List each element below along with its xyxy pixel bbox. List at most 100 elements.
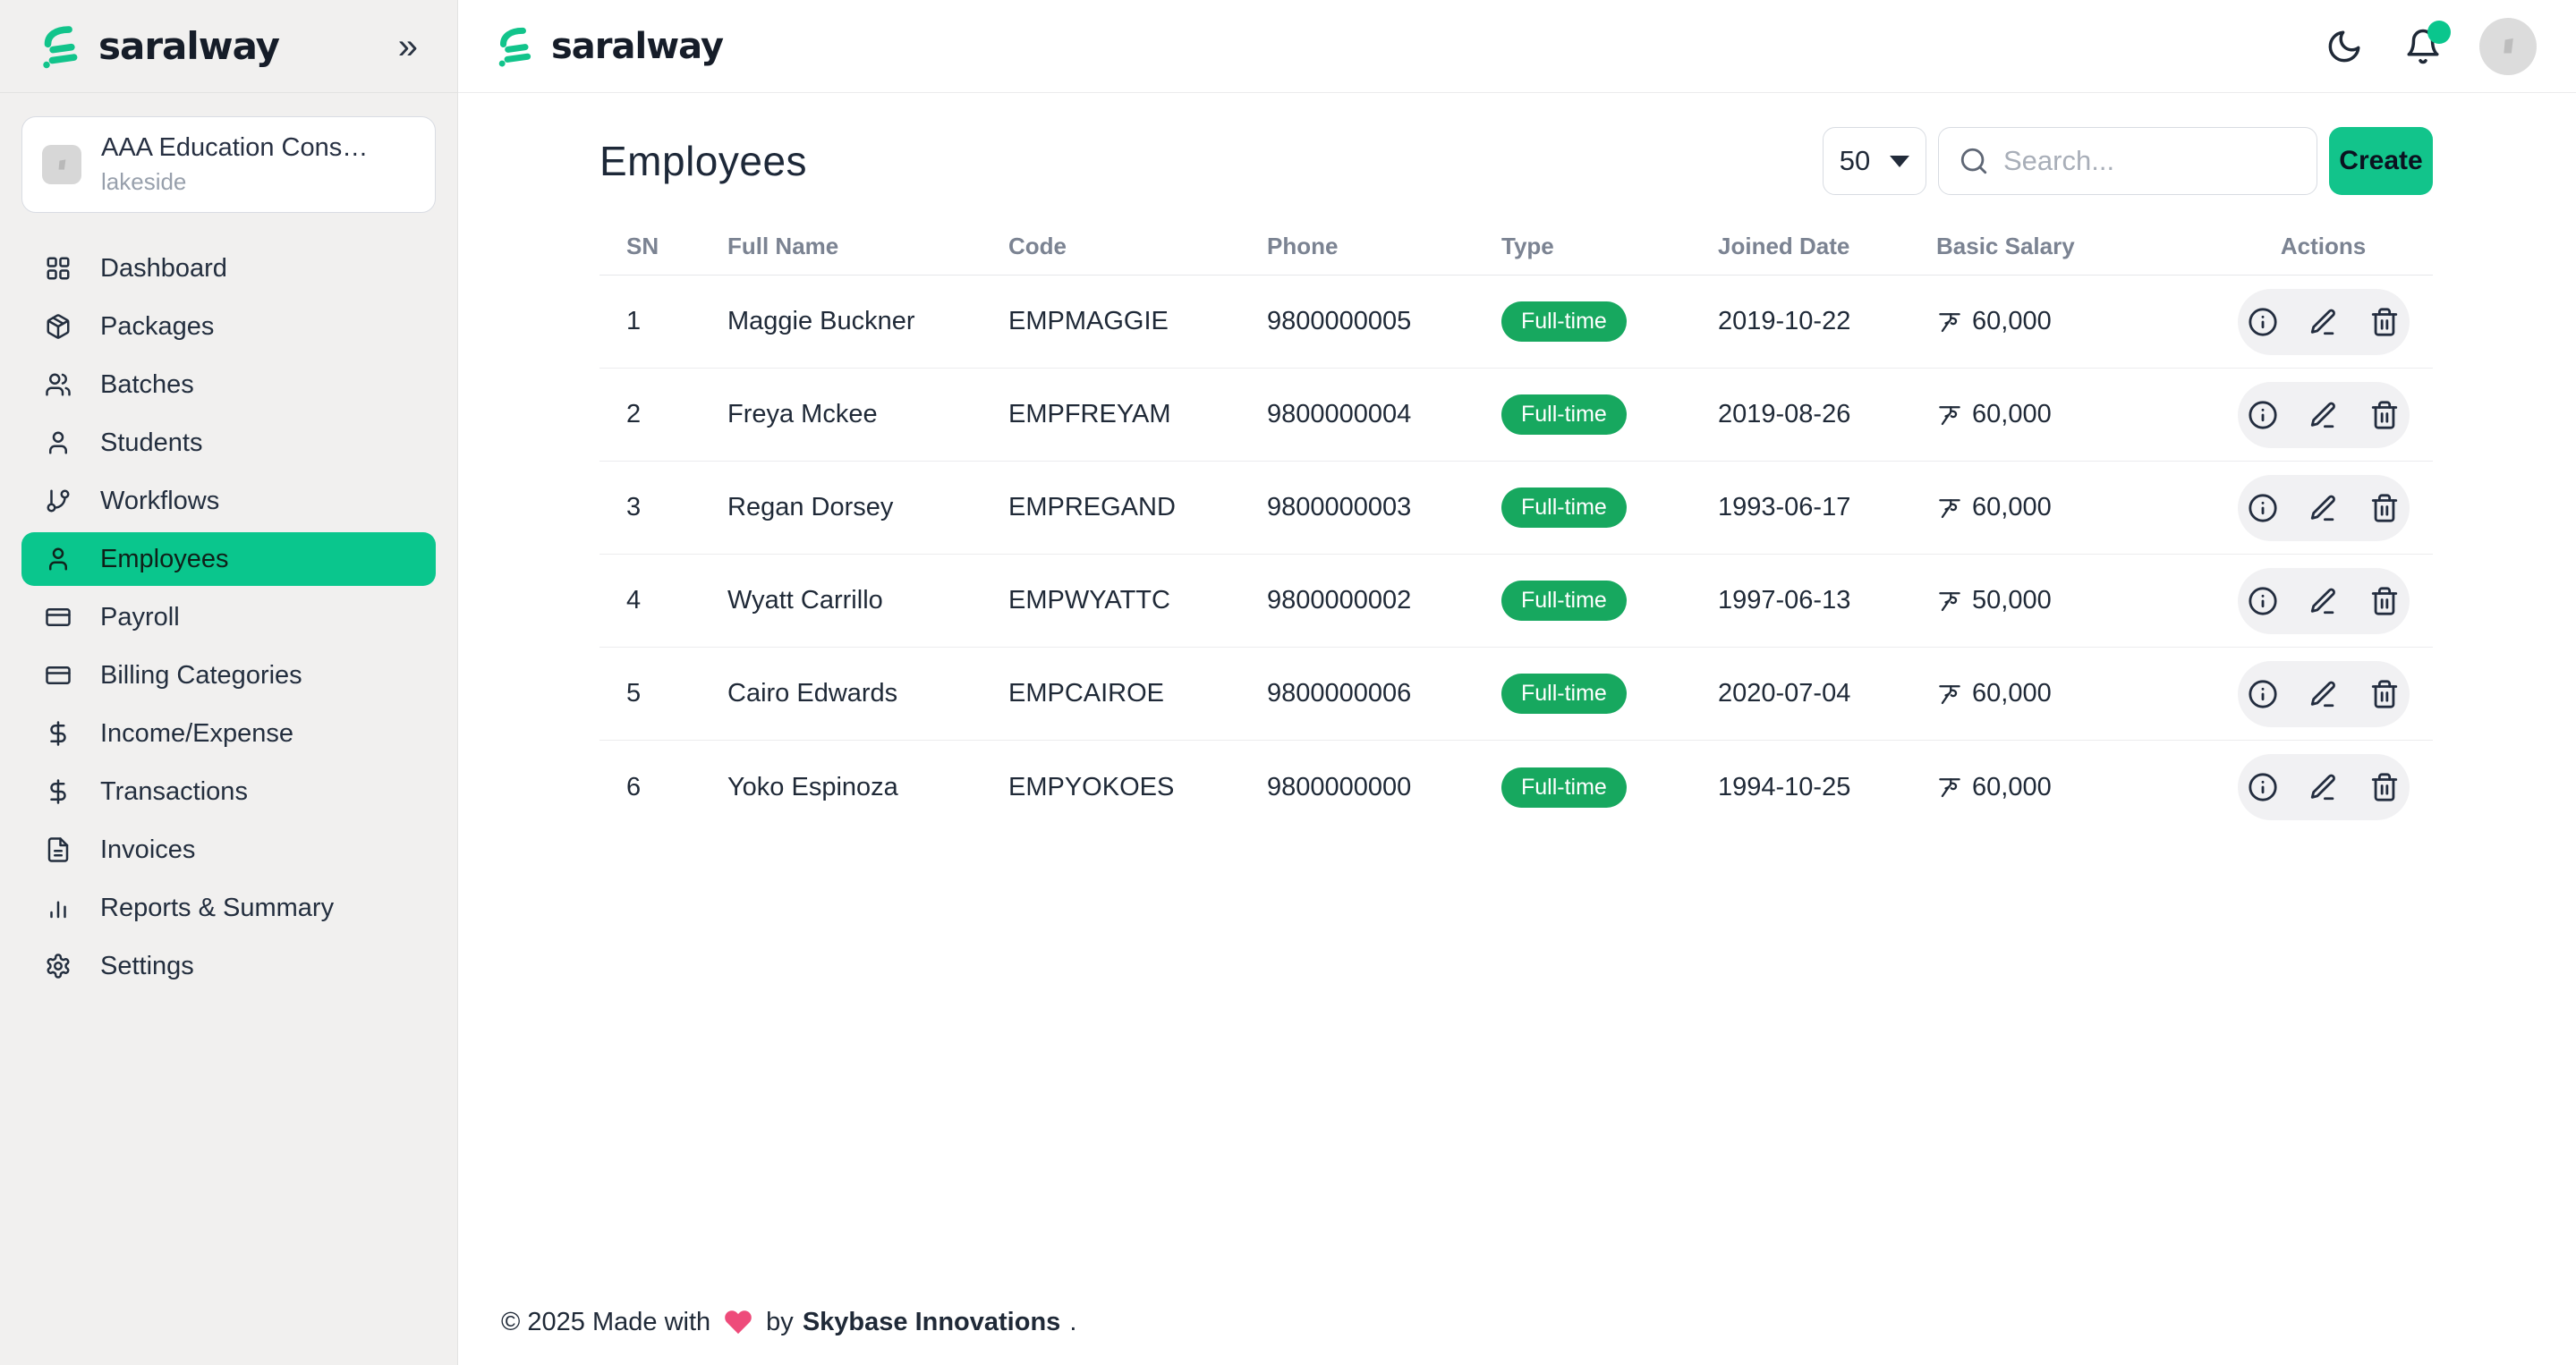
search-input[interactable] — [2003, 145, 2360, 177]
users-icon — [45, 371, 72, 398]
cell-sn: 2 — [626, 400, 727, 429]
pen-icon — [2308, 679, 2339, 709]
cell-joined-date: 1993-06-17 — [1718, 493, 1936, 522]
footer-text: by — [766, 1308, 794, 1337]
footer-text: © 2025 Made with — [501, 1308, 710, 1337]
page-size-select[interactable]: 50 — [1823, 127, 1926, 195]
delete-button[interactable] — [2368, 770, 2402, 804]
delete-button[interactable] — [2368, 491, 2402, 525]
nepali-rupee-icon — [1936, 681, 1963, 708]
nepali-rupee-icon — [1936, 309, 1963, 335]
view-info-button[interactable] — [2246, 491, 2280, 525]
table-body: 1 Maggie Buckner EMPMAGGIE 9800000005 Fu… — [599, 276, 2433, 834]
type-badge: Full-time — [1501, 488, 1627, 528]
search-box — [1938, 127, 2317, 195]
table-row: 3 Regan Dorsey EMPREGAND 9800000003 Full… — [599, 462, 2433, 555]
info-icon — [2248, 772, 2278, 802]
view-info-button[interactable] — [2246, 584, 2280, 618]
sidebar-item-batches[interactable]: Batches — [21, 358, 436, 411]
page-content: Employees 50 Create SN Full Name Code Ph… — [458, 93, 2576, 1302]
pen-icon — [2308, 307, 2339, 337]
sidebar-item-billing-categories[interactable]: Billing Categories — [21, 649, 436, 702]
sidebar-item-dashboard[interactable]: Dashboard — [21, 242, 436, 295]
file-text-icon — [45, 836, 72, 863]
layout-grid-icon — [45, 255, 72, 282]
employees-table: SN Full Name Code Phone Type Joined Date… — [599, 218, 2433, 834]
cell-phone: 9800000000 — [1267, 773, 1501, 802]
view-info-button[interactable] — [2246, 398, 2280, 432]
view-info-button[interactable] — [2246, 677, 2280, 711]
cell-full-name: Yoko Espinoza — [727, 773, 1008, 802]
delete-button[interactable] — [2368, 305, 2402, 339]
cell-phone: 9800000002 — [1267, 586, 1501, 615]
cell-basic-salary: 60,000 — [1936, 773, 2214, 802]
cell-full-name: Wyatt Carrillo — [727, 586, 1008, 615]
organization-location: lakeside — [101, 168, 368, 196]
cell-basic-salary: 60,000 — [1936, 679, 2214, 708]
user-avatar[interactable] — [2479, 18, 2537, 75]
sidebar-item-label: Payroll — [100, 603, 180, 632]
table-header-row: SN Full Name Code Phone Type Joined Date… — [599, 218, 2433, 276]
dark-mode-toggle[interactable] — [2322, 24, 2367, 69]
sidebar-item-students[interactable]: Students — [21, 416, 436, 470]
sidebar-menu: Dashboard Packages Batches Students Work… — [0, 222, 457, 1013]
sidebar-collapse-button[interactable]: » — [395, 25, 421, 68]
salary-amount: 60,000 — [1972, 307, 2052, 336]
column-header-sn: SN — [626, 233, 727, 260]
table-row: 1 Maggie Buckner EMPMAGGIE 9800000005 Fu… — [599, 276, 2433, 369]
trash-icon — [2369, 772, 2400, 802]
cell-phone: 9800000003 — [1267, 493, 1501, 522]
trash-icon — [2369, 679, 2400, 709]
type-badge: Full-time — [1501, 394, 1627, 435]
sidebar-item-reports-summary[interactable]: Reports & Summary — [21, 881, 436, 935]
column-header-actions: Actions — [2214, 233, 2433, 260]
create-button[interactable]: Create — [2329, 127, 2433, 195]
sidebar-item-label: Income/Expense — [100, 719, 293, 749]
cell-joined-date: 1994-10-25 — [1718, 773, 1936, 802]
view-info-button[interactable] — [2246, 305, 2280, 339]
image-placeholder-icon — [48, 151, 75, 178]
sidebar-item-settings[interactable]: Settings — [21, 939, 436, 993]
column-header-type: Type — [1501, 233, 1718, 260]
edit-button[interactable] — [2307, 398, 2341, 432]
main-area: saralway Employees 50 — [458, 0, 2576, 1365]
nepali-rupee-icon — [1936, 495, 1963, 521]
edit-button[interactable] — [2307, 677, 2341, 711]
sidebar-item-payroll[interactable]: Payroll — [21, 590, 436, 644]
column-header-basic-salary: Basic Salary — [1936, 233, 2214, 260]
page-header: Employees 50 Create — [599, 127, 2433, 195]
cell-joined-date: 2020-07-04 — [1718, 679, 1936, 708]
cell-code: EMPCAIROE — [1008, 679, 1267, 708]
chevron-down-icon — [1890, 156, 1909, 167]
info-icon — [2248, 493, 2278, 523]
sidebar-item-income-expense[interactable]: Income/Expense — [21, 707, 436, 760]
dollar-sign-icon — [45, 778, 72, 805]
organization-card[interactable]: AAA Education Cons… lakeside — [21, 116, 436, 213]
header-logo[interactable]: saralway — [492, 23, 723, 70]
sidebar-item-packages[interactable]: Packages — [21, 300, 436, 353]
sidebar-item-invoices[interactable]: Invoices — [21, 823, 436, 877]
edit-button[interactable] — [2307, 305, 2341, 339]
cell-code: EMPMAGGIE — [1008, 307, 1267, 336]
delete-button[interactable] — [2368, 398, 2402, 432]
edit-button[interactable] — [2307, 770, 2341, 804]
cell-type: Full-time — [1501, 301, 1718, 342]
cell-phone: 9800000004 — [1267, 400, 1501, 429]
delete-button[interactable] — [2368, 677, 2402, 711]
edit-button[interactable] — [2307, 491, 2341, 525]
sidebar-item-label: Batches — [100, 370, 194, 400]
cell-code: EMPWYATTC — [1008, 586, 1267, 615]
settings-gear-icon — [45, 953, 72, 979]
table-row: 5 Cairo Edwards EMPCAIROE 9800000006 Ful… — [599, 648, 2433, 741]
cell-basic-salary: 60,000 — [1936, 307, 2214, 336]
view-info-button[interactable] — [2246, 770, 2280, 804]
sidebar-item-transactions[interactable]: Transactions — [21, 765, 436, 818]
sidebar-item-employees[interactable]: Employees — [21, 532, 436, 586]
edit-button[interactable] — [2307, 584, 2341, 618]
bar-chart-icon — [45, 894, 72, 921]
pen-icon — [2308, 772, 2339, 802]
cell-phone: 9800000006 — [1267, 679, 1501, 708]
notifications-button[interactable] — [2401, 24, 2445, 69]
sidebar-item-workflows[interactable]: Workflows — [21, 474, 436, 528]
delete-button[interactable] — [2368, 584, 2402, 618]
